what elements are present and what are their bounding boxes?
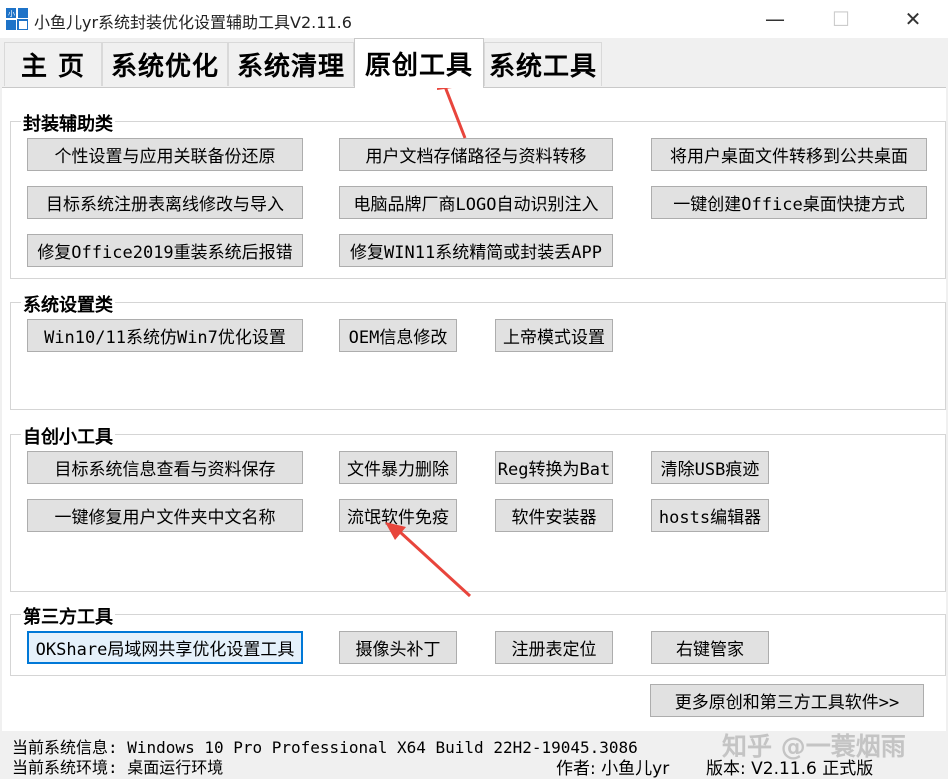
registry-offline-button[interactable]: 目标系统注册表离线修改与导入: [27, 186, 303, 219]
fix-user-folder-button[interactable]: 一键修复用户文件夹中文名称: [27, 499, 303, 532]
system-env-text: 当前系统环境: 桌面运行环境: [12, 758, 224, 777]
force-delete-button[interactable]: 文件暴力删除: [339, 451, 457, 484]
tab-system-tools[interactable]: 系统工具: [484, 42, 602, 86]
close-button[interactable]: ✕: [890, 0, 936, 38]
clear-usb-button[interactable]: 清除USB痕迹: [651, 451, 769, 484]
window-title: 小鱼儿yr系统封装优化设置辅助工具V2.11.6: [34, 13, 352, 32]
user-docs-transfer-button[interactable]: 用户文档存储路径与资料转移: [339, 138, 613, 171]
group-title-tools: 自创小工具: [21, 423, 115, 449]
registry-locate-button[interactable]: 注册表定位: [495, 631, 613, 664]
minimize-icon: —: [765, 7, 785, 31]
group-packaging: 封装辅助类 个性设置与应用关联备份还原 用户文档存储路径与资料转移 将用户桌面文…: [10, 110, 946, 279]
malware-immune-button[interactable]: 流氓软件免疫: [339, 499, 457, 532]
svg-text:小: 小: [8, 9, 15, 18]
office-shortcut-button[interactable]: 一键创建Office桌面快捷方式: [651, 186, 927, 219]
group-title-settings: 系统设置类: [21, 291, 115, 317]
oem-logo-inject-button[interactable]: 电脑品牌厂商LOGO自动识别注入: [339, 186, 613, 219]
tab-original-tools[interactable]: 原创工具: [354, 38, 484, 88]
software-installer-button[interactable]: 软件安装器: [495, 499, 613, 532]
reg-to-bat-button[interactable]: Reg转换为Bat: [495, 451, 613, 484]
minimize-button[interactable]: —: [752, 0, 798, 38]
close-icon: ✕: [904, 7, 922, 31]
win7-style-button[interactable]: Win10/11系统仿Win7优化设置: [27, 319, 303, 352]
camera-patch-button[interactable]: 摄像头补丁: [339, 631, 457, 664]
oem-info-button[interactable]: OEM信息修改: [339, 319, 457, 352]
tab-system-optimize[interactable]: 系统优化: [102, 42, 228, 86]
fix-office2019-button[interactable]: 修复Office2019重装系统后报错: [27, 234, 303, 267]
tab-content-panel: 封装辅助类 个性设置与应用关联备份还原 用户文档存储路径与资料转移 将用户桌面文…: [2, 87, 946, 731]
hosts-editor-button[interactable]: hosts编辑器: [651, 499, 769, 532]
god-mode-button[interactable]: 上帝模式设置: [495, 319, 613, 352]
tab-system-clean[interactable]: 系统清理: [228, 42, 354, 86]
context-menu-manager-button[interactable]: 右键管家: [651, 631, 769, 664]
tab-home[interactable]: 主 页: [4, 42, 102, 86]
maximize-icon: ☐: [832, 7, 850, 31]
system-info-button[interactable]: 目标系统信息查看与资料保存: [27, 451, 303, 484]
backup-settings-button[interactable]: 个性设置与应用关联备份还原: [27, 138, 303, 171]
desktop-to-public-button[interactable]: 将用户桌面文件转移到公共桌面: [651, 138, 927, 171]
author-text: 作者: 小鱼儿yr: [556, 759, 670, 779]
group-tools: 自创小工具 目标系统信息查看与资料保存 文件暴力删除 Reg转换为Bat 清除U…: [10, 423, 946, 592]
more-tools-button[interactable]: 更多原创和第三方工具软件>>: [650, 684, 924, 717]
watermark: 知乎 @一蓑烟雨: [722, 732, 906, 761]
okshare-button[interactable]: OKShare局域网共享优化设置工具: [27, 631, 303, 664]
group-third-party: 第三方工具 OKShare局域网共享优化设置工具 摄像头补丁 注册表定位 右键管…: [10, 603, 946, 676]
fix-win11-app-button[interactable]: 修复WIN11系统精简或封装丢APP: [339, 234, 613, 267]
group-settings: 系统设置类 Win10/11系统仿Win7优化设置 OEM信息修改 上帝模式设置: [10, 291, 946, 410]
group-title-packaging: 封装辅助类: [21, 110, 115, 136]
app-logo-icon: 小: [6, 8, 28, 30]
title-bar: 小 小鱼儿yr系统封装优化设置辅助工具V2.11.6 — ☐ ✕: [0, 0, 948, 38]
tab-strip: 主 页 系统优化 系统清理 原创工具 系统工具: [0, 38, 948, 88]
group-title-third-party: 第三方工具: [21, 603, 115, 629]
maximize-button[interactable]: ☐: [818, 0, 864, 38]
